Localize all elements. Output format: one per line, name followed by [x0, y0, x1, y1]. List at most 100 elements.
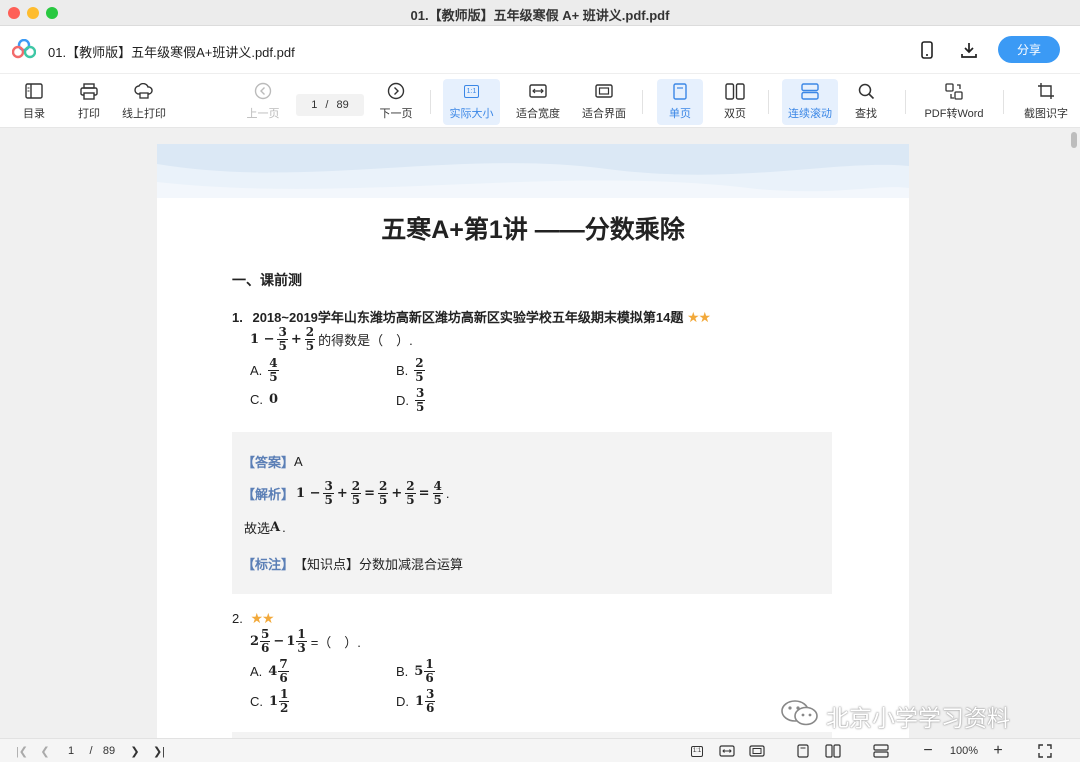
zoom-level[interactable]: 100%	[944, 743, 984, 759]
ocr-button[interactable]: 截图识字	[1020, 79, 1072, 125]
choose-line: 故选 A .	[244, 520, 286, 536]
fit-width-button[interactable]: 适合宽度	[512, 79, 564, 125]
toolbar-divider	[642, 90, 643, 114]
zoom-out-icon[interactable]: −	[920, 742, 936, 759]
toolbar-divider	[1003, 90, 1004, 114]
continuous-scroll-icon[interactable]	[872, 743, 890, 759]
chevron-left-circle-icon	[254, 79, 272, 103]
actual-size-icon: 1:1	[463, 79, 480, 103]
pdf-to-word-label: PDF转Word	[924, 108, 984, 120]
question-number: 1.	[232, 310, 243, 325]
app-header: 01.【教师版】五年级寒假A+班讲义.pdf.pdf 分享	[0, 26, 1080, 74]
zoom-in-icon[interactable]: +	[990, 742, 1006, 759]
document-viewer[interactable]: 五寒A+第1讲 ——分数乘除 一、课前测 1. 2018~2019学年山东潍坊高…	[0, 128, 1080, 738]
toc-button[interactable]: 目录	[18, 79, 50, 125]
wechat-icon	[780, 698, 820, 734]
prev-page-button[interactable]: 上一页	[246, 79, 280, 125]
note-line: 【标注】 【知识点】分数加减混合运算	[242, 557, 464, 572]
online-print-button[interactable]: 线上打印	[118, 79, 170, 125]
fit-width-icon[interactable]	[718, 743, 736, 759]
status-page-sep: /	[89, 745, 93, 757]
toc-label: 目录	[23, 108, 45, 120]
next-page-button[interactable]: 下一页	[378, 79, 414, 125]
single-page-icon[interactable]	[796, 743, 810, 759]
answer-box: 【答案】 A 【解析】 1 − 35 + 25 = 25 + 25 = 45 .…	[232, 432, 832, 594]
actual-size-label: 实际大小	[449, 108, 494, 120]
toolbar-divider	[768, 90, 769, 114]
pdf-page: 五寒A+第1讲 ——分数乘除 一、课前测 1. 2018~2019学年山东潍坊高…	[157, 144, 909, 738]
crop-icon	[1037, 79, 1055, 103]
print-label: 打印	[78, 108, 100, 120]
file-name: 01.【教师版】五年级寒假A+班讲义.pdf.pdf	[48, 45, 295, 60]
phone-icon[interactable]	[915, 38, 939, 62]
first-page-icon[interactable]: |❮	[14, 743, 30, 759]
difficulty-stars: ★★	[687, 309, 711, 325]
toolbar: 目录 打印 线上打印 上一页 1 / 89 下一页 1:1 实际大小 适合宽度 …	[0, 74, 1080, 128]
current-page: 1	[311, 99, 318, 111]
continuous-scroll-icon	[801, 79, 819, 103]
fit-page-icon[interactable]	[748, 743, 766, 759]
fit-width-label: 适合宽度	[516, 108, 560, 120]
difficulty-stars: ★★	[250, 610, 274, 626]
ocr-label: 截图识字	[1024, 108, 1068, 120]
fit-page-icon	[595, 79, 613, 103]
find-label: 查找	[855, 108, 877, 120]
page-sep: /	[325, 99, 329, 111]
chevron-right-circle-icon	[387, 79, 405, 103]
share-button[interactable]: 分享	[998, 36, 1060, 63]
page-banner	[157, 144, 909, 198]
single-page-icon	[673, 79, 687, 103]
last-page-icon[interactable]: ❯|	[150, 743, 168, 759]
find-button[interactable]: 查找	[850, 79, 882, 125]
analysis-line: 【解析】 1 − 35 + 25 = 25 + 25 = 45 .	[242, 479, 450, 507]
sidebar-icon	[25, 79, 43, 103]
option-c: C. 0	[250, 392, 279, 407]
single-page-button[interactable]: 单页	[657, 79, 703, 125]
double-page-icon	[725, 79, 745, 103]
scroll-thumb[interactable]	[1071, 132, 1077, 148]
fit-width-icon	[529, 79, 547, 103]
total-pages: 89	[336, 99, 349, 111]
print-button[interactable]: 打印	[74, 79, 104, 125]
watermark-text: 北京小学学习资料	[826, 705, 1010, 731]
status-total-pages: 89	[102, 745, 116, 757]
option-a: A. 45	[250, 356, 279, 384]
page-number-input[interactable]: 1 / 89	[296, 94, 364, 116]
document-title: 五寒A+第1讲 ——分数乘除	[381, 216, 685, 244]
question-1-header: 1. 2018~2019学年山东潍坊高新区潍坊高新区实验学校五年级期末模拟第14…	[232, 307, 711, 326]
app-logo-icon	[11, 38, 37, 64]
status-bar: |❮ ❮ 1 / 89 ❯ ❯| 1:1 − 100% +	[0, 738, 1080, 762]
option-d: D. 1 36	[396, 687, 436, 715]
actual-size-button[interactable]: 1:1 实际大小	[443, 79, 500, 125]
fullscreen-icon[interactable]	[1036, 743, 1054, 759]
fit-page-label: 适合界面	[582, 108, 626, 120]
cloud-print-icon	[134, 79, 154, 103]
convert-icon	[945, 79, 963, 103]
question-1-expression: 1 − 35 + 25 的得数是（ ）.	[250, 325, 413, 353]
pdf-to-word-button[interactable]: PDF转Word	[920, 79, 988, 125]
option-b: B. 5 16	[396, 657, 435, 685]
answer-line: 【答案】 A	[242, 454, 303, 470]
vertical-scrollbar[interactable]	[1070, 128, 1078, 738]
next-page-icon[interactable]: ❯	[128, 743, 142, 759]
actual-size-icon[interactable]: 1:1	[688, 743, 706, 759]
question-number: 2.	[232, 611, 243, 626]
fit-page-button[interactable]: 适合界面	[578, 79, 630, 125]
watermark: 北京小学学习资料	[780, 698, 1010, 734]
continuous-scroll-button[interactable]: 连续滚动	[782, 79, 838, 125]
printer-icon	[80, 79, 98, 103]
toolbar-divider	[430, 90, 431, 114]
status-current-page[interactable]: 1	[64, 743, 78, 759]
option-a: A. 4 76	[250, 657, 289, 685]
question-2-header: 2. ★★	[232, 610, 275, 627]
question-source: 2018~2019学年山东潍坊高新区潍坊高新区实验学校五年级期末模拟第14题	[252, 310, 684, 325]
prev-page-label: 上一页	[246, 108, 280, 120]
double-page-icon[interactable]	[824, 743, 842, 759]
option-b: B. 25	[396, 356, 425, 384]
prev-page-icon[interactable]: ❮	[38, 743, 52, 759]
toolbar-divider	[905, 90, 906, 114]
next-page-label: 下一页	[379, 108, 413, 120]
option-c: C. 1 12	[250, 687, 290, 715]
double-page-button[interactable]: 双页	[717, 79, 753, 125]
download-icon[interactable]	[957, 38, 981, 62]
